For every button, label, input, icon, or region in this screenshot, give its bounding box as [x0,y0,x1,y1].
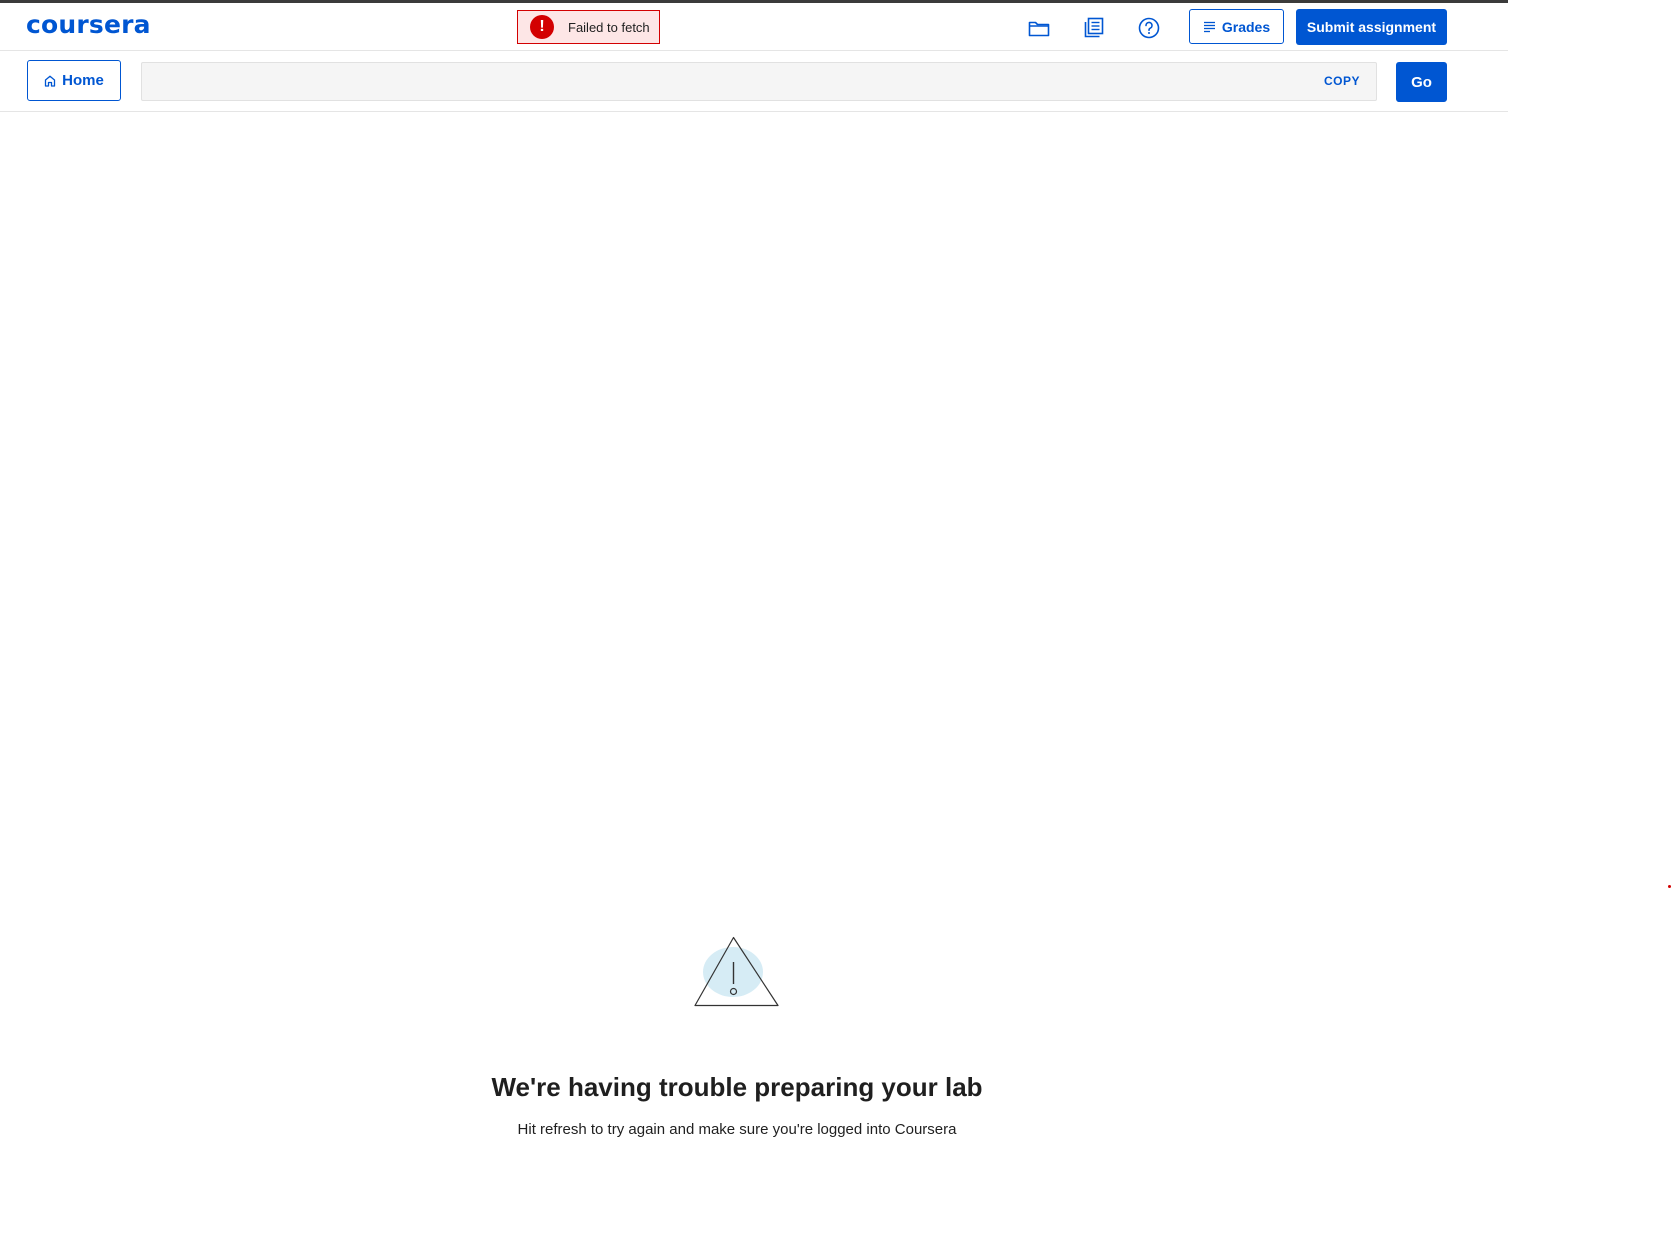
error-title: We're having trouble preparing your lab [491,1072,983,1102]
error-toast: ! Failed to fetch [517,10,660,44]
toast-text: Failed to fetch [568,19,650,35]
grades-button[interactable]: Grades [1189,9,1284,44]
home-icon [45,75,56,87]
submit-assignment-button[interactable]: Submit assignment [1296,9,1447,45]
lab-url-field[interactable]: COPY [141,62,1377,101]
warning-triangle-icon [694,936,779,1007]
error-subtitle: Hit refresh to try again and make sure y… [517,1121,957,1138]
error-icon: ! [530,15,554,39]
lab-toolbar: Home COPY Go [0,51,1508,112]
go-button[interactable]: Go [1396,62,1447,102]
home-label: Home [62,72,104,89]
stray-dot [1668,885,1671,888]
folder-icon[interactable] [1026,15,1052,41]
copy-button[interactable]: COPY [1324,74,1360,88]
home-button[interactable]: Home [27,60,121,101]
help-icon[interactable] [1136,15,1162,41]
coursera-logo[interactable]: coursera [26,10,151,39]
grades-label: Grades [1221,18,1271,35]
notebook-icon[interactable] [1081,15,1107,41]
header: coursera ! Failed to fetch Grades Submit… [0,3,1508,51]
lab-app: coursera ! Failed to fetch Grades Submit… [0,0,1508,1240]
list-icon [1203,21,1215,32]
